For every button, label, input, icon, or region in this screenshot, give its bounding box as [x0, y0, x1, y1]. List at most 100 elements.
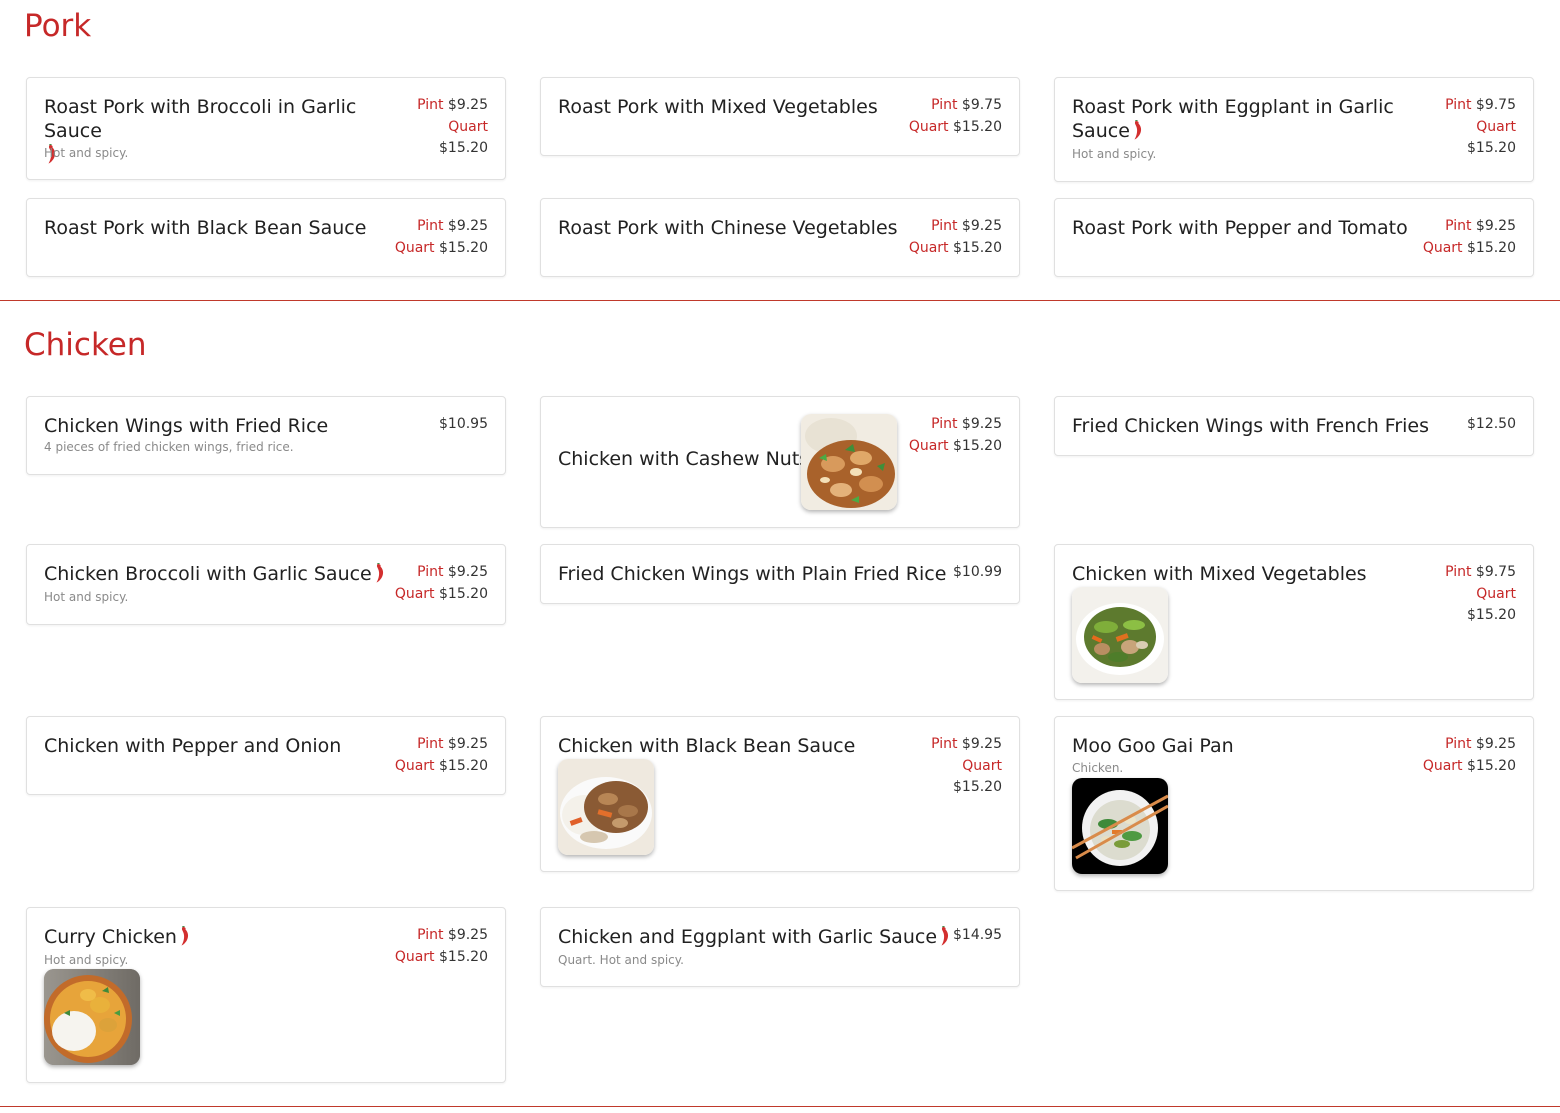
item-price: $12.50: [1467, 416, 1516, 432]
dish-photo[interactable]: [801, 414, 897, 510]
pint-label: Pint: [417, 218, 444, 234]
item-name: Chicken and Eggplant with Garlic Sauce: [558, 925, 950, 949]
pint-label: Pint: [1445, 97, 1472, 113]
item-name: Moo Goo Gai Pan: [1072, 735, 1234, 757]
item-description: Hot and spicy.: [44, 590, 129, 604]
pint-label: Pint: [417, 736, 444, 752]
item-name: Curry Chicken: [44, 925, 190, 949]
menu-item-card[interactable]: Roast Pork with Pepper and Tomato Pint $…: [1054, 198, 1534, 277]
menu-item-card[interactable]: Chicken with Cashew Nuts Pint $9.25 Quar…: [540, 396, 1020, 528]
quart-price: $15.20: [1467, 239, 1516, 256]
item-price: $10.99: [953, 564, 1002, 580]
pint-price: $9.25: [961, 416, 1002, 432]
quart-price: $15.20: [953, 779, 1002, 795]
pint-label: Pint: [417, 97, 444, 113]
pint-price: $9.25: [447, 97, 488, 113]
item-name: Roast Pork with Chinese Vegetables: [558, 217, 898, 239]
menu-item-card[interactable]: Chicken with Black Bean Sauce Pint $9.25…: [540, 716, 1020, 872]
item-name: Chicken with Pepper and Onion: [44, 735, 342, 757]
item-prices: Pint $9.25 Quart $15.20: [909, 414, 1002, 457]
item-prices: Pint $9.25 Quart $15.20: [1423, 216, 1516, 259]
item-description: 4 pieces of fried chicken wings, fried r…: [44, 440, 294, 454]
menu-item-card[interactable]: Chicken with Pepper and Onion Pint $9.25…: [26, 716, 506, 795]
pint-price: $9.25: [447, 927, 488, 943]
chili-pepper-icon: [375, 563, 385, 583]
pint-label: Pint: [1445, 736, 1472, 752]
item-price: $10.95: [439, 416, 488, 432]
item-name: Fried Chicken Wings with Plain Fried Ric…: [558, 563, 947, 585]
item-price: $14.95: [953, 927, 1002, 943]
pint-label: Pint: [931, 736, 958, 752]
quart-price: $15.20: [439, 757, 488, 774]
menu-item-card[interactable]: Chicken Broccoli with Garlic Sauce Hot a…: [26, 544, 506, 625]
item-prices: Pint $9.75 Quart $15.20: [909, 95, 1002, 138]
pint-price: $9.25: [447, 736, 488, 752]
menu-item-card[interactable]: Chicken Wings with Fried Rice 4 pieces o…: [26, 396, 506, 475]
menu-item-card[interactable]: Roast Pork with Chinese Vegetables Pint …: [540, 198, 1020, 277]
quart-price: $15.20: [953, 118, 1002, 135]
quart-label: Quart: [908, 437, 949, 454]
pint-price: $9.25: [447, 218, 488, 234]
quart-price: $15.20: [1467, 607, 1516, 623]
item-prices: Pint $9.25 Quart $15.20: [1423, 734, 1516, 777]
quart-price: $15.20: [439, 948, 488, 965]
pint-label: Pint: [931, 218, 958, 234]
chili-pepper-icon: [940, 926, 950, 946]
item-description: Chicken.: [1072, 761, 1124, 775]
pint-label: Pint: [417, 927, 444, 943]
item-name: Fried Chicken Wings with French Fries: [1072, 415, 1430, 437]
item-description: Quart. Hot and spicy.: [558, 953, 684, 967]
quart-label: Quart: [1476, 118, 1516, 135]
item-name: Chicken Wings with Fried Rice: [44, 415, 329, 437]
menu-item-card[interactable]: Roast Pork with Broccoli in Garlic Sauce…: [26, 77, 506, 180]
section-title-chicken: Chicken: [24, 327, 147, 363]
pint-price: $9.25: [1475, 736, 1516, 752]
quart-label: Quart: [394, 948, 435, 965]
dish-photo[interactable]: [1072, 778, 1168, 874]
pint-price: $9.25: [447, 564, 488, 580]
menu-item-card[interactable]: Roast Pork with Eggplant in Garlic Sauce…: [1054, 77, 1534, 182]
dish-photo[interactable]: [1072, 587, 1168, 683]
quart-label: Quart: [394, 239, 435, 256]
menu-item-card[interactable]: Chicken with Mixed Vegetables Pint $9.75…: [1054, 544, 1534, 700]
item-name: Chicken with Mixed Vegetables: [1072, 563, 1367, 585]
item-prices: Pint $9.25 Quart $15.20: [395, 562, 488, 605]
quart-label: Quart: [962, 757, 1002, 774]
item-prices: Pint $9.25 Quart $15.20: [395, 925, 488, 968]
quart-label: Quart: [908, 118, 949, 135]
item-name: Roast Pork with Pepper and Tomato: [1072, 217, 1408, 239]
dish-photo[interactable]: [44, 969, 140, 1065]
quart-label: Quart: [394, 757, 435, 774]
quart-label: Quart: [908, 239, 949, 256]
menu-item-card[interactable]: Fried Chicken Wings with Plain Fried Ric…: [540, 544, 1020, 604]
quart-price: $15.20: [439, 140, 488, 156]
pint-label: Pint: [1445, 218, 1472, 234]
item-prices: Pint $9.25 Quart $15.20: [931, 734, 1002, 799]
item-name: Roast Pork with Black Bean Sauce: [44, 217, 367, 239]
menu-item-card[interactable]: Curry Chicken Hot and spicy. Pint $9.25: [26, 907, 506, 1083]
chili-pepper-icon: [1133, 120, 1143, 140]
pint-label: Pint: [931, 97, 958, 113]
item-description: Hot and spicy.: [1072, 147, 1157, 161]
pint-price: $9.25: [961, 736, 1002, 752]
menu-item-card[interactable]: Moo Goo Gai Pan Chicken. Pint $9.25 Quar…: [1054, 716, 1534, 891]
item-prices: Pint $9.25 Quart $15.20: [417, 95, 488, 160]
menu-item-card[interactable]: Roast Pork with Mixed Vegetables Pint $9…: [540, 77, 1020, 156]
chili-pepper-icon: [180, 926, 190, 946]
menu-item-card[interactable]: Roast Pork with Black Bean Sauce Pint $9…: [26, 198, 506, 277]
pint-label: Pint: [1445, 564, 1472, 580]
menu-item-card[interactable]: Chicken and Eggplant with Garlic Sauce Q…: [540, 907, 1020, 987]
dish-photo[interactable]: [558, 759, 654, 855]
section-title-pork: Pork: [24, 8, 92, 44]
item-prices: Pint $9.75 Quart $15.20: [1445, 95, 1516, 160]
quart-label: Quart: [1422, 239, 1463, 256]
item-name: Roast Pork with Mixed Vegetables: [558, 96, 878, 118]
menu-item-card[interactable]: Fried Chicken Wings with French Fries $1…: [1054, 396, 1534, 456]
quart-price: $15.20: [439, 585, 488, 602]
item-prices: Pint $9.25 Quart $15.20: [395, 216, 488, 259]
quart-label: Quart: [394, 585, 435, 602]
quart-price: $15.20: [953, 239, 1002, 256]
item-name: Chicken Broccoli with Garlic Sauce: [44, 562, 385, 586]
item-prices: Pint $9.25 Quart $15.20: [395, 734, 488, 777]
pint-price: $9.75: [1475, 97, 1516, 113]
